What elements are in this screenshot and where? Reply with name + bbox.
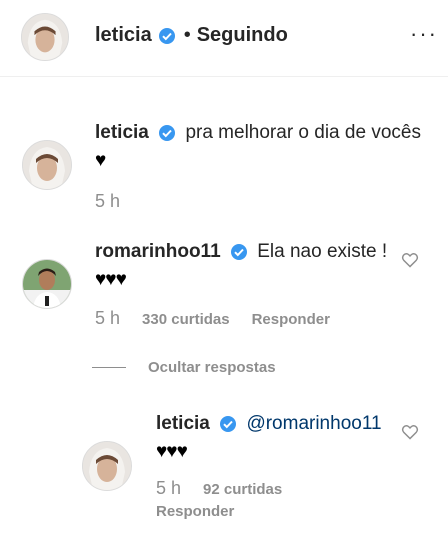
header-separator: • (183, 24, 191, 46)
reply-meta: 5 h 92 curtidas (156, 478, 396, 499)
more-options-icon[interactable]: ··· (410, 23, 438, 45)
reply-reply-row: Responder (156, 503, 396, 520)
caption-username[interactable]: leticia (95, 122, 149, 143)
avatar-photo (23, 141, 71, 189)
reply-time[interactable]: 5 h (156, 478, 181, 499)
avatar-photo (83, 442, 131, 490)
caption: leticia pra melhorar o dia de vocês ♥ 5 … (95, 121, 425, 212)
reply-likes[interactable]: 92 curtidas (203, 481, 282, 498)
hide-replies-label[interactable]: Ocultar respostas (148, 359, 276, 376)
comment-avatar[interactable] (22, 259, 72, 309)
header-username[interactable]: leticia (95, 24, 152, 47)
verified-badge-icon (219, 415, 237, 433)
hide-replies-toggle[interactable]: Ocultar respostas (92, 359, 276, 376)
reply-username[interactable]: leticia (156, 413, 210, 434)
caption-meta: 5 h (95, 191, 425, 212)
reply-text-line: leticia @romarinhoo11 (156, 412, 396, 436)
caption-text: pra melhorar o dia de vocês (185, 122, 421, 143)
comment: romarinhoo11 Ela nao existe ! ♥♥♥ 5 h 33… (95, 240, 405, 329)
header-user-line: leticia • Seguindo (95, 24, 288, 47)
comment-time[interactable]: 5 h (95, 308, 120, 329)
comment-reply-button[interactable]: Responder (252, 311, 330, 328)
comment-meta: 5 h 330 curtidas Responder (95, 308, 405, 329)
comment-hearts: ♥♥♥ (95, 269, 127, 290)
verified-badge-icon (158, 124, 176, 142)
caption-hearts: ♥ (95, 150, 106, 171)
comment-username[interactable]: romarinhoo11 (95, 241, 221, 262)
comment-likes[interactable]: 330 curtidas (142, 311, 230, 328)
caption-text-line: leticia pra melhorar o dia de vocês (95, 121, 425, 145)
post-header: leticia • Seguindo ··· (0, 0, 448, 77)
reply-avatar[interactable] (82, 441, 132, 491)
verified-badge-icon (230, 243, 248, 261)
avatar-photo (22, 14, 68, 60)
caption-time[interactable]: 5 h (95, 191, 120, 212)
avatar-photo (23, 260, 71, 308)
follow-status-button[interactable]: Seguindo (197, 24, 288, 47)
reply: leticia @romarinhoo11 ♥♥♥ 5 h 92 curtida… (156, 412, 396, 520)
reply-hearts: ♥♥♥ (156, 441, 188, 462)
comment-text-line: romarinhoo11 Ela nao existe ! (95, 240, 405, 264)
reply-mention-link[interactable]: @romarinhoo11 (246, 413, 381, 434)
heart-outline-icon[interactable] (401, 424, 419, 440)
verified-badge-icon (158, 27, 176, 45)
heart-outline-icon[interactable] (401, 252, 419, 268)
avatar[interactable] (21, 13, 69, 61)
reply-reply-button[interactable]: Responder (156, 503, 234, 520)
comment-text: Ela nao existe ! (257, 241, 388, 262)
caption-avatar[interactable] (22, 140, 72, 190)
hide-replies-divider (92, 367, 126, 368)
